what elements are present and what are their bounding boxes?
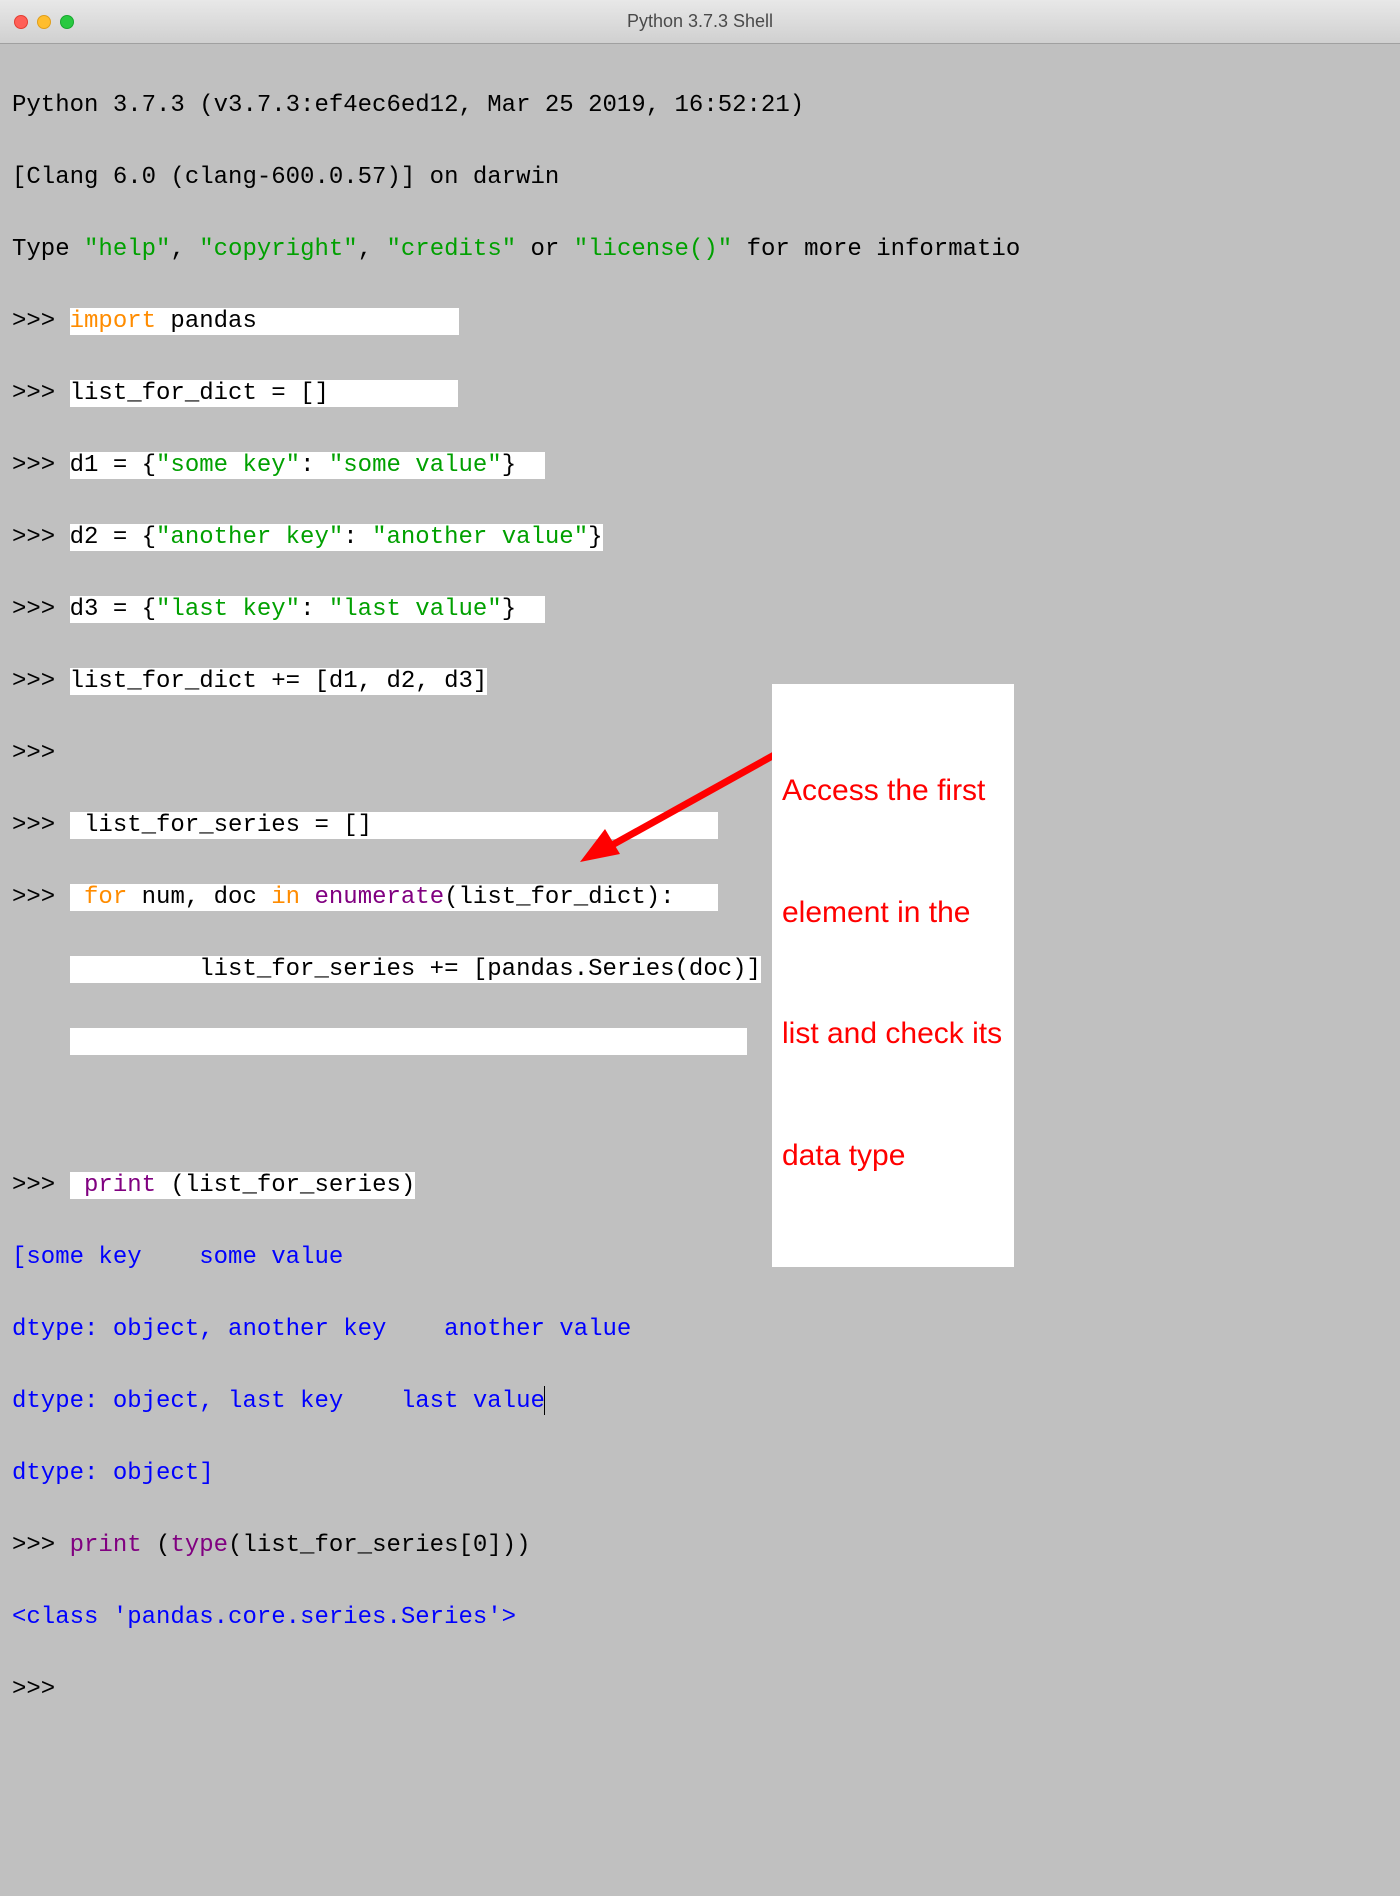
traffic-lights xyxy=(14,15,74,29)
code-line: >>> for num, doc in enumerate(list_for_d… xyxy=(12,880,1388,916)
annotation-text: data type xyxy=(782,1136,1002,1177)
code-line: >>> print (type(list_for_series[0])) xyxy=(12,1528,1388,1564)
text-cursor xyxy=(544,1386,545,1415)
annotation-callout: Access the first element in the list and… xyxy=(772,684,1014,1267)
maximize-icon[interactable] xyxy=(60,15,74,29)
blank-line xyxy=(12,1096,1388,1132)
code-line: >>> d2 = {"another key": "another value"… xyxy=(12,520,1388,556)
shell-terminal[interactable]: Python 3.7.3 (v3.7.3:ef4ec6ed12, Mar 25 … xyxy=(0,44,1400,1896)
window-title: Python 3.7.3 Shell xyxy=(0,11,1400,32)
window-titlebar: Python 3.7.3 Shell xyxy=(0,0,1400,44)
annotation-text: element in the xyxy=(782,893,1002,934)
output-line: <class 'pandas.core.series.Series'> xyxy=(12,1600,1388,1636)
code-line xyxy=(12,1024,1388,1060)
code-line: >>> print (list_for_series) xyxy=(12,1168,1388,1204)
banner-line: Python 3.7.3 (v3.7.3:ef4ec6ed12, Mar 25 … xyxy=(12,88,1388,124)
output-line: dtype: object, another key another value xyxy=(12,1312,1388,1348)
code-line: >>> list_for_dict = [] xyxy=(12,376,1388,412)
code-line: list_for_series += [pandas.Series(doc)] xyxy=(12,952,1388,988)
code-line: >>> list_for_series = [] xyxy=(12,808,1388,844)
code-line: >>> import pandas xyxy=(12,304,1388,340)
banner-line: Type "help", "copyright", "credits" or "… xyxy=(12,232,1388,268)
code-line: >>> xyxy=(12,736,1388,772)
close-icon[interactable] xyxy=(14,15,28,29)
output-line: dtype: object] xyxy=(12,1456,1388,1492)
banner-line: [Clang 6.0 (clang-600.0.57)] on darwin xyxy=(12,160,1388,196)
code-line: >>> d1 = {"some key": "some value"} xyxy=(12,448,1388,484)
output-line: dtype: object, last key last value xyxy=(12,1384,1388,1420)
code-line: >>> list_for_dict += [d1, d2, d3] xyxy=(12,664,1388,700)
minimize-icon[interactable] xyxy=(37,15,51,29)
output-line: [some key some value xyxy=(12,1240,1388,1276)
prompt-line: >>> xyxy=(12,1672,1388,1708)
annotation-text: list and check its xyxy=(782,1014,1002,1055)
annotation-text: Access the first xyxy=(782,771,1002,812)
code-line: >>> d3 = {"last key": "last value"} xyxy=(12,592,1388,628)
